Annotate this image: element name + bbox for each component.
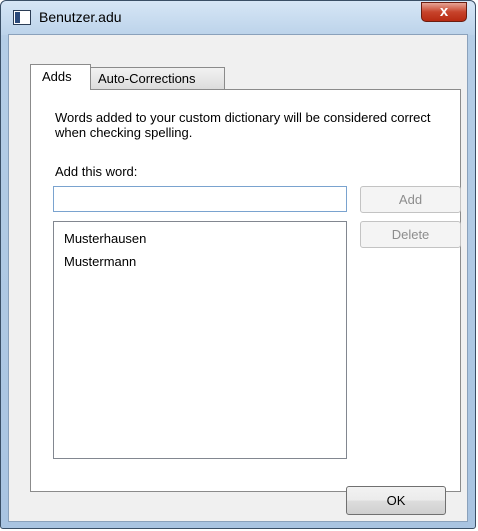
adds-tab-panel: Words added to your custom dictionary wi… xyxy=(30,89,461,492)
dialog-window: Benutzer.adu x Adds Auto-Corrections Wor… xyxy=(0,0,476,529)
window-title: Benutzer.adu xyxy=(39,9,122,25)
description-text: Words added to your custom dictionary wi… xyxy=(55,110,431,140)
app-icon xyxy=(13,10,31,25)
delete-button[interactable]: Delete xyxy=(360,221,461,248)
tab-auto-corrections[interactable]: Auto-Corrections xyxy=(91,67,225,89)
ok-button[interactable]: OK xyxy=(346,486,446,515)
dialog-client-area: Adds Auto-Corrections Words added to you… xyxy=(8,34,468,522)
close-button[interactable]: x xyxy=(421,2,467,22)
add-word-input[interactable] xyxy=(53,186,347,212)
close-icon: x xyxy=(439,3,449,20)
tab-adds[interactable]: Adds xyxy=(30,64,91,90)
tab-adds-label: Adds xyxy=(42,69,72,84)
list-item[interactable]: Musterhausen xyxy=(64,227,346,250)
title-bar[interactable]: Benutzer.adu x xyxy=(1,1,475,35)
add-button[interactable]: Add xyxy=(360,186,461,213)
list-item[interactable]: Mustermann xyxy=(64,250,346,273)
add-word-label: Add this word: xyxy=(55,164,138,179)
word-list[interactable]: Musterhausen Mustermann xyxy=(53,221,347,459)
tab-auto-corrections-label: Auto-Corrections xyxy=(98,71,196,86)
